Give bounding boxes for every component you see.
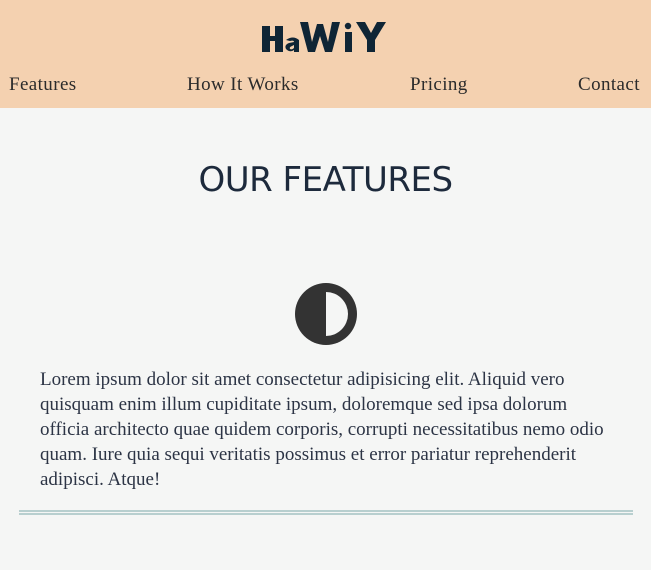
nav-link-pricing[interactable]: Pricing xyxy=(410,74,468,96)
adjust-contrast-icon xyxy=(295,283,357,345)
nav-link-how-it-works[interactable]: How It Works xyxy=(187,74,299,96)
nav-link-contact[interactable]: Contact xyxy=(578,74,640,96)
section-divider xyxy=(19,510,633,515)
logo[interactable] xyxy=(262,20,392,54)
nav-link-features[interactable]: Features xyxy=(9,74,77,96)
site-header: Features How It Works Pricing Contact xyxy=(0,0,651,108)
feature-description: Lorem ipsum dolor sit amet consectetur a… xyxy=(40,369,604,490)
section-title: OUR FEATURES xyxy=(198,160,453,200)
